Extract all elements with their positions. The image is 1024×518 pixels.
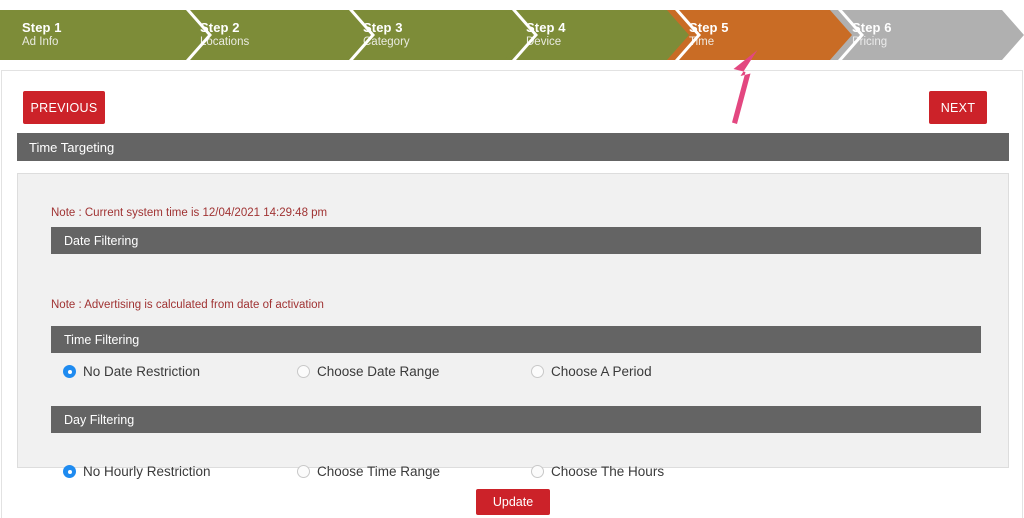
- radio-dot-icon[interactable]: [297, 465, 310, 478]
- time-filtering-heading-text: Time Filtering: [64, 332, 140, 347]
- day-filtering-heading-text: Day Filtering: [64, 412, 135, 427]
- date-filtering-heading-text: Date Filtering: [64, 233, 139, 248]
- wizard-step-1[interactable]: Step 1 Ad Info: [0, 10, 212, 60]
- wizard-step-1-title: Step 1: [22, 20, 62, 35]
- main-panel: PREVIOUS NEXT Time Targeting Note : Curr…: [1, 70, 1023, 518]
- page-title-text: Time Targeting: [29, 139, 115, 155]
- time-filtering-heading: Time Filtering: [51, 326, 981, 353]
- radio-no-date-restriction[interactable]: No Date Restriction: [63, 364, 200, 379]
- radio-no-hourly-restriction[interactable]: No Hourly Restriction: [63, 464, 211, 479]
- system-time-note: Note : Current system time is 12/04/2021…: [51, 207, 328, 219]
- radio-dot-icon[interactable]: [63, 465, 76, 478]
- time-targeting-form: Note : Current system time is 12/04/2021…: [17, 173, 1009, 479]
- wizard-step-6-label: Pricing: [852, 36, 888, 48]
- radio-choose-a-period-label: Choose A Period: [551, 364, 652, 379]
- wizard-step-1-label: Ad Info: [22, 36, 59, 48]
- radio-choose-the-hours-label: Choose The Hours: [551, 464, 665, 479]
- previous-button[interactable]: PREVIOUS: [23, 91, 105, 124]
- radio-dot-icon[interactable]: [63, 365, 76, 378]
- radio-choose-date-range[interactable]: Choose Date Range: [297, 364, 439, 379]
- wizard-step-6[interactable]: Step 6 Pricing: [830, 10, 1024, 60]
- date-filtering-heading: Date Filtering: [51, 227, 981, 254]
- time-filtering-options: No Hourly Restriction Choose Time Range …: [51, 464, 981, 484]
- update-button[interactable]: Update: [476, 489, 550, 515]
- radio-choose-date-range-label: Choose Date Range: [317, 364, 440, 379]
- radio-dot-icon[interactable]: [297, 365, 310, 378]
- radio-choose-a-period[interactable]: Choose A Period: [531, 364, 652, 379]
- wizard-step-6-title: Step 6: [852, 20, 892, 35]
- wizard-step-bar: Step 1 Ad Info Step 2 Locations Step 3 C…: [0, 10, 1024, 60]
- radio-no-hourly-restriction-label: No Hourly Restriction: [83, 464, 211, 479]
- radio-dot-icon[interactable]: [531, 365, 544, 378]
- page-title: Time Targeting: [17, 133, 1009, 161]
- date-filtering-options: No Date Restriction Choose Date Range Ch…: [51, 364, 981, 384]
- radio-choose-time-range[interactable]: Choose Time Range: [297, 464, 440, 479]
- radio-dot-icon[interactable]: [531, 465, 544, 478]
- page-root: Step 1 Ad Info Step 2 Locations Step 3 C…: [0, 0, 1024, 518]
- day-filtering-heading: Day Filtering: [51, 406, 981, 433]
- radio-choose-time-range-label: Choose Time Range: [317, 464, 441, 479]
- activation-note: Note : Advertising is calculated from da…: [51, 299, 324, 311]
- next-button[interactable]: NEXT: [929, 91, 987, 124]
- radio-choose-the-hours[interactable]: Choose The Hours: [531, 464, 664, 479]
- radio-no-date-restriction-label: No Date Restriction: [83, 364, 201, 379]
